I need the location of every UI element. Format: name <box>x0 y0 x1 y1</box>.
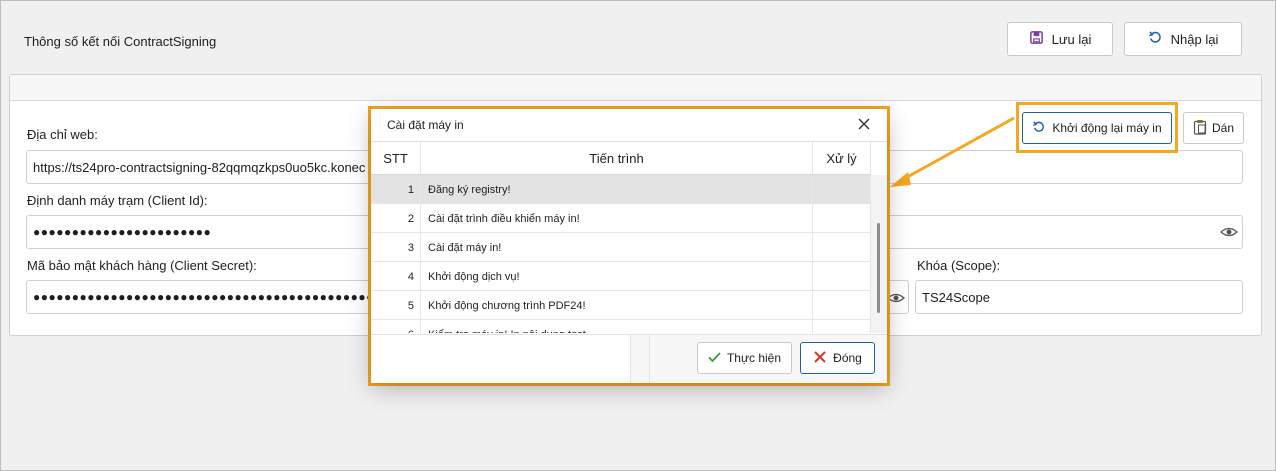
callout-arrow <box>890 116 1015 187</box>
execute-button[interactable]: Thực hiện <box>697 342 792 374</box>
save-icon <box>1029 30 1044 48</box>
row-action <box>813 262 871 291</box>
undo-icon <box>1148 30 1163 48</box>
clipboard-icon <box>1193 119 1207 138</box>
close-icon[interactable] <box>855 115 873 133</box>
row-step: Khởi động chương trình PDF24! <box>421 291 813 320</box>
paste-label: Dán <box>1211 121 1234 135</box>
printer-setup-dialog: Cài đặt máy in STT Tiến trình Xử lý 1 Đă… <box>371 109 887 383</box>
check-icon <box>708 351 721 366</box>
row-stt: 6 <box>371 320 421 333</box>
client-secret-value: ●●●●●●●●●●●●●●●●●●●●●●●●●●●●●●●●●●●●●●●●… <box>33 290 413 304</box>
footer-divider <box>649 335 650 383</box>
grid-header: STT Tiến trình Xử lý <box>371 142 871 175</box>
restart-printer-label: Khởi động lại máy in <box>1052 121 1162 135</box>
table-row[interactable]: 2 Cài đặt trình điều khiển máy in! <box>371 204 871 233</box>
row-stt: 3 <box>371 233 421 262</box>
row-action <box>813 204 871 233</box>
row-action <box>813 233 871 262</box>
save-button[interactable]: Lưu lại <box>1007 22 1113 56</box>
row-stt: 2 <box>371 204 421 233</box>
scope-value: TS24Scope <box>922 289 990 305</box>
client-id-value: ●●●●●●●●●●●●●●●●●●●●●●● <box>33 225 212 239</box>
vertical-scrollbar[interactable] <box>871 175 887 333</box>
client-secret-label: Mã bảo mật khách hàng (Client Secret): <box>27 258 257 273</box>
eye-icon[interactable] <box>1220 224 1238 240</box>
row-step: Đăng ký registry! <box>421 175 813 204</box>
page-title: Thông số kết nối ContractSigning <box>24 34 217 49</box>
save-button-label: Lưu lại <box>1051 31 1092 47</box>
col-header-stt[interactable]: STT <box>371 142 421 175</box>
table-row[interactable]: 3 Cài đặt máy in! <box>371 233 871 262</box>
scope-label: Khóa (Scope): <box>917 258 1001 273</box>
dialog-footer: Thực hiện Đóng <box>371 334 887 383</box>
col-header-action[interactable]: Xử lý <box>813 142 871 175</box>
table-row[interactable]: 6 Kiểm tra máy in! In nội dung test <box>371 320 871 333</box>
row-stt: 5 <box>371 291 421 320</box>
web-address-label: Địa chỉ web: <box>27 127 98 142</box>
row-step: Kiểm tra máy in! In nội dung test <box>421 320 813 333</box>
row-step: Cài đặt máy in! <box>421 233 813 262</box>
execute-button-label: Thực hiện <box>726 351 782 365</box>
row-step: Cài đặt trình điều khiển máy in! <box>421 204 813 233</box>
footer-blank-area <box>371 335 631 383</box>
scrollbar-thumb[interactable] <box>877 223 880 313</box>
reset-button[interactable]: Nhập lại <box>1124 22 1242 56</box>
table-row[interactable]: 1 Đăng ký registry! <box>371 175 871 204</box>
dialog-title: Cài đặt máy in <box>387 118 464 132</box>
restart-printer-button[interactable]: Khởi động lại máy in <box>1022 112 1172 144</box>
row-stt: 1 <box>371 175 421 204</box>
row-stt: 4 <box>371 262 421 291</box>
row-step: Khởi động dịch vụ! <box>421 262 813 291</box>
close-x-icon <box>813 350 827 367</box>
table-row[interactable]: 5 Khởi động chương trình PDF24! <box>371 291 871 320</box>
card-header <box>10 75 1261 101</box>
col-header-step[interactable]: Tiến trình <box>421 142 813 175</box>
client-id-label: Định danh máy trạm (Client Id): <box>27 193 208 208</box>
scope-input[interactable]: TS24Scope <box>915 280 1243 314</box>
row-action <box>813 175 871 204</box>
close-button-label: Đóng <box>833 351 862 365</box>
table-row[interactable]: 4 Khởi động dịch vụ! <box>371 262 871 291</box>
steps-grid: STT Tiến trình Xử lý 1 Đăng ký registry!… <box>371 141 887 333</box>
close-button[interactable]: Đóng <box>800 342 875 374</box>
paste-button[interactable]: Dán <box>1183 112 1244 144</box>
web-address-value: https://ts24pro-contractsigning-82qqmqzk… <box>33 159 366 175</box>
row-action <box>813 320 871 333</box>
row-action <box>813 291 871 320</box>
reset-button-label: Nhập lại <box>1170 31 1219 47</box>
